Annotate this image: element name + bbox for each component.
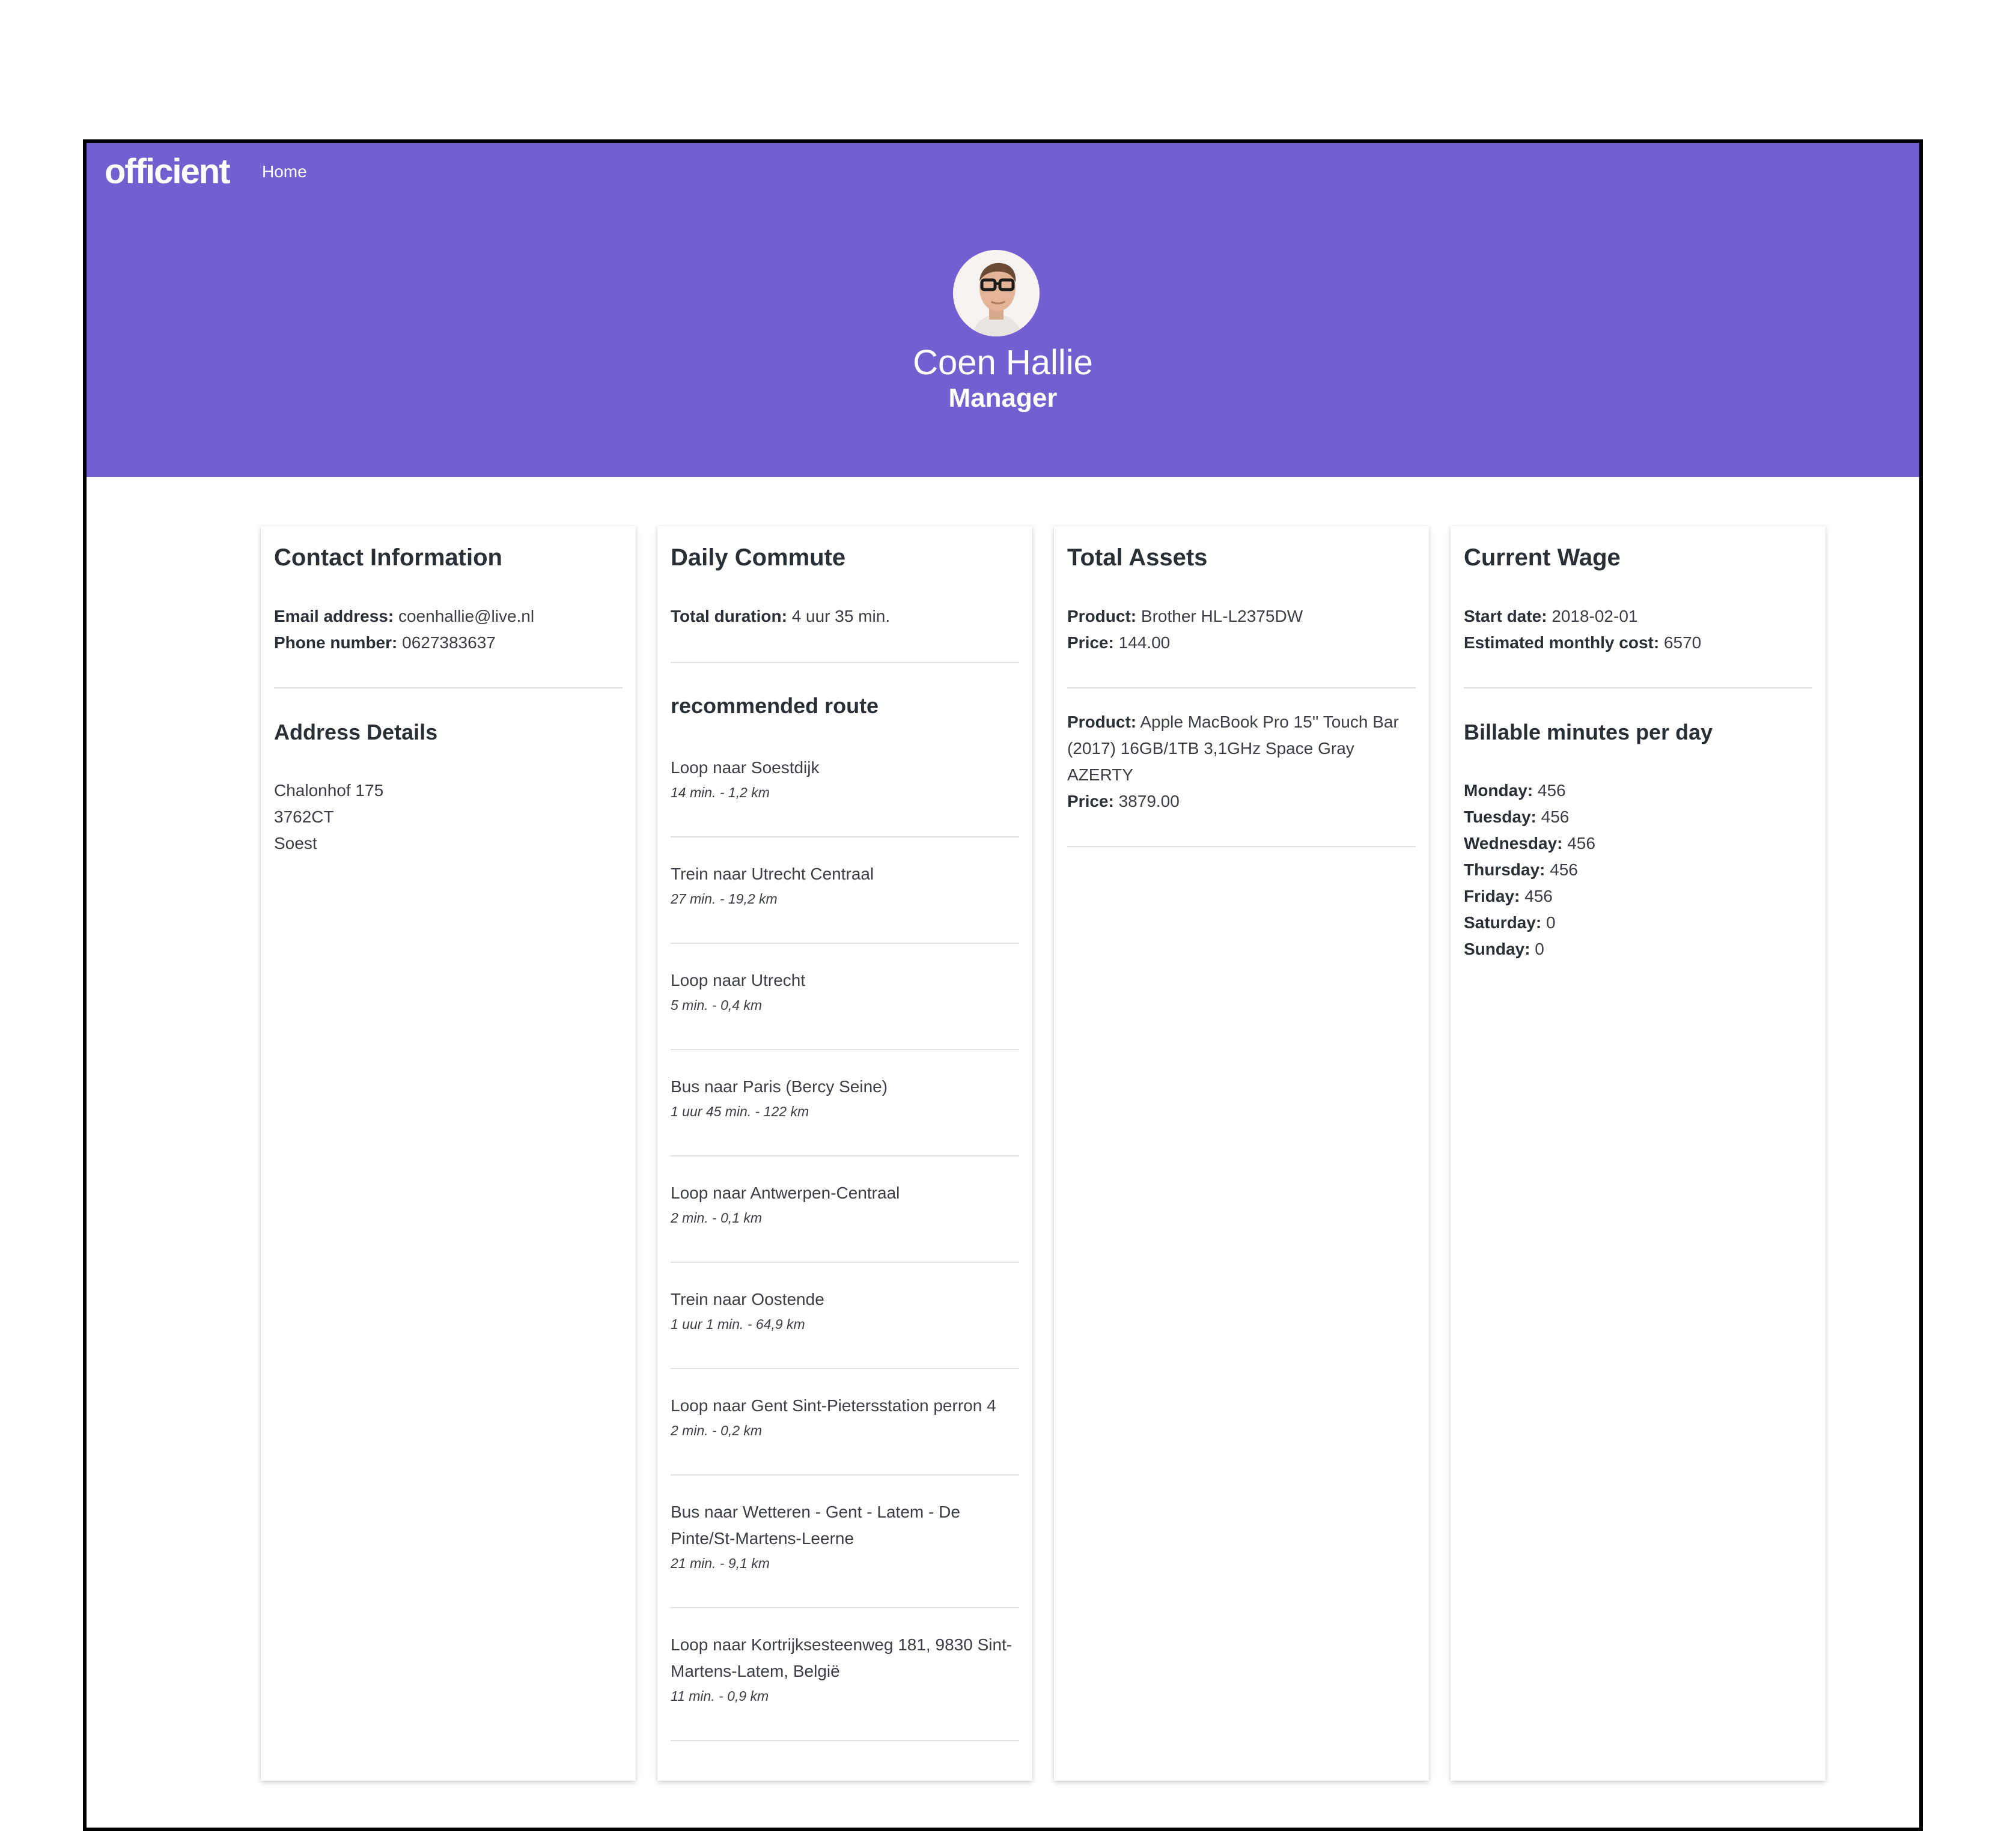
asset-price: 144.00 xyxy=(1118,633,1171,652)
asset-product: Brother HL-L2375DW xyxy=(1141,607,1303,625)
billable-day-row: Saturday: 0 xyxy=(1464,913,1556,932)
email-row: Email address: coenhallie@live.nl xyxy=(274,607,535,625)
divider xyxy=(671,1607,1019,1608)
route-step-title: Loop naar Antwerpen-Centraal xyxy=(671,1184,900,1202)
divider xyxy=(1067,846,1416,847)
route-step-meta: 5 min. - 0,4 km xyxy=(671,997,763,1013)
divider xyxy=(671,1474,1019,1476)
duration-row: Total duration: 4 uur 35 min. xyxy=(671,607,891,625)
billable-day-row: Friday: 456 xyxy=(1464,887,1553,905)
address-city: Soest xyxy=(274,834,317,853)
profile-name: Coen Hallie xyxy=(913,343,1093,382)
start-date-row: Start date: 2018-02-01 xyxy=(1464,607,1638,625)
profile-role: Manager xyxy=(948,383,1058,413)
route-title: recommended route xyxy=(671,693,879,718)
divider xyxy=(1464,687,1812,688)
route-step-title: Loop naar Soestdijk xyxy=(671,758,820,777)
billable-day-row: Thursday: 456 xyxy=(1464,860,1578,879)
divider xyxy=(671,1368,1019,1369)
asset-item: Product: Brother HL-L2375DW Price: 144.0… xyxy=(1067,607,1303,652)
route-step-meta: 2 min. - 0,2 km xyxy=(671,1423,763,1438)
route-step-meta: 21 min. - 9,1 km xyxy=(671,1555,770,1571)
divider xyxy=(671,1262,1019,1263)
route-step-title: Loop naar Utrecht xyxy=(671,971,806,989)
divider xyxy=(671,1049,1019,1050)
phone-row: Phone number: 0627383637 xyxy=(274,633,496,652)
nav-home-link[interactable]: Home xyxy=(262,162,307,181)
divider xyxy=(671,943,1019,944)
route-step-title: Trein naar Utrecht Centraal xyxy=(671,865,874,883)
profile-header: officient Home Coen Hallie Manager xyxy=(87,143,1919,477)
billable-day-row: Sunday: 0 xyxy=(1464,940,1544,958)
divider xyxy=(671,836,1019,837)
monthly-cost-row: Estimated monthly cost: 6570 xyxy=(1464,633,1702,652)
contact-card: Contact Information Email address: coenh… xyxy=(261,526,636,1781)
commute-title: Daily Commute xyxy=(671,544,846,571)
avatar xyxy=(953,250,1040,336)
route-step-meta: 2 min. - 0,1 km xyxy=(671,1210,763,1226)
divider xyxy=(671,1740,1019,1741)
route-step-title: Trein naar Oostende xyxy=(671,1290,824,1308)
route-step-meta: 1 uur 1 min. - 64,9 km xyxy=(671,1316,805,1332)
divider xyxy=(671,662,1019,663)
route-step-meta: 27 min. - 19,2 km xyxy=(671,891,778,907)
email-value[interactable]: coenhallie@live.nl xyxy=(398,607,534,625)
route-step-meta: 14 min. - 1,2 km xyxy=(671,785,770,800)
address-street: Chalonhof 175 xyxy=(274,781,384,800)
route-step-title: Loop naar Gent Sint-Pietersstation perro… xyxy=(671,1396,996,1415)
billable-day-row: Monday: 456 xyxy=(1464,781,1566,800)
assets-title: Total Assets xyxy=(1067,544,1208,571)
assets-card: Total Assets Product: Brother HL-L2375DW… xyxy=(1054,526,1429,1781)
route-step-meta: 1 uur 45 min. - 122 km xyxy=(671,1104,809,1119)
divider xyxy=(274,687,623,688)
route-step-title: Bus naar Wetteren - Gent - Latem - De Pi… xyxy=(671,1503,960,1548)
address-postcode: 3762CT xyxy=(274,807,334,826)
phone-value[interactable]: 0627383637 xyxy=(402,633,496,652)
billable-day-row: Wednesday: 456 xyxy=(1464,834,1595,853)
wage-title: Current Wage xyxy=(1464,544,1621,571)
route-step-title: Loop naar Kortrijksesteenweg 181, 9830 S… xyxy=(671,1635,1013,1680)
billable-day-row: Tuesday: 456 xyxy=(1464,807,1570,826)
commute-card: Daily Commute Total duration: 4 uur 35 m… xyxy=(657,526,1032,1781)
divider xyxy=(1067,687,1416,688)
billable-title: Billable minutes per day xyxy=(1464,720,1713,744)
divider xyxy=(671,1155,1019,1157)
asset-item: Product: Apple MacBook Pro 15'' Touch Ba… xyxy=(1067,713,1399,810)
browser-frame: officient Home Coen Hallie Manager Conta… xyxy=(83,139,1923,1831)
contact-title: Contact Information xyxy=(274,544,502,571)
asset-price: 3879.00 xyxy=(1118,792,1180,810)
wage-card: Current Wage Start date: 2018-02-01 Esti… xyxy=(1451,526,1826,1781)
officient-logo[interactable]: officient xyxy=(105,151,231,192)
person-portrait-icon xyxy=(953,250,1040,336)
address-title: Address Details xyxy=(274,720,438,744)
route-step-meta: 11 min. - 0,9 km xyxy=(671,1688,769,1704)
route-step-title: Bus naar Paris (Bercy Seine) xyxy=(671,1077,888,1096)
